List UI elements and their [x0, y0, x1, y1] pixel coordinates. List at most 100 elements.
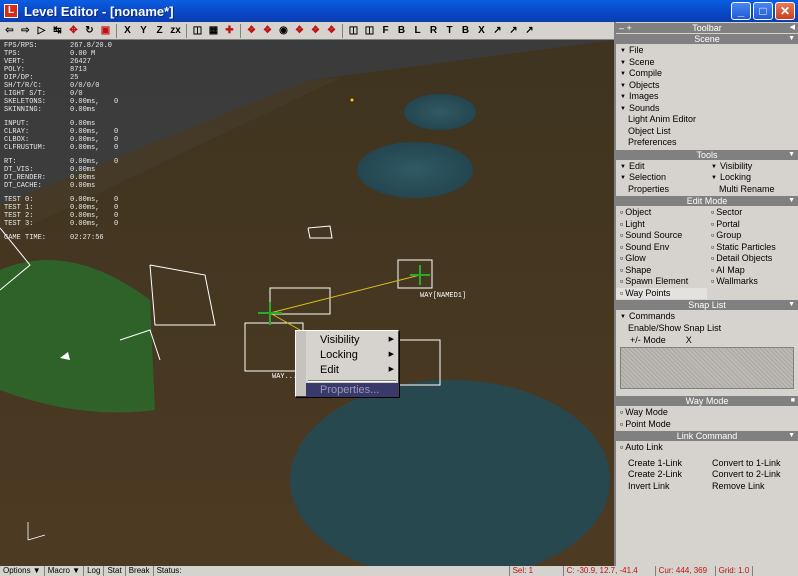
- stat-button[interactable]: Stat: [104, 566, 126, 576]
- snap-vertex-icon[interactable]: ❖: [308, 23, 323, 39]
- plus-icon[interactable]: ✚: [222, 23, 237, 39]
- chevron-down-icon[interactable]: ▼: [788, 34, 795, 44]
- grid-icon[interactable]: ▦: [206, 23, 221, 39]
- way-mode-option[interactable]: Way Mode: [616, 407, 798, 419]
- mode-group[interactable]: Group: [707, 230, 798, 242]
- panel-header-way-mode[interactable]: Way Mode ■: [616, 396, 798, 406]
- menu-item-properties[interactable]: Properties...: [306, 383, 398, 397]
- mode-shape[interactable]: Shape: [616, 265, 707, 277]
- camera-icon[interactable]: ↗: [490, 23, 505, 39]
- axis-z-button[interactable]: Z: [152, 23, 167, 39]
- invert-link-button[interactable]: Invert Link: [628, 481, 712, 493]
- mode-sound-env[interactable]: Sound Env: [616, 242, 707, 254]
- maximize-button[interactable]: □: [753, 2, 773, 20]
- mode-object[interactable]: Object: [616, 207, 707, 219]
- mode-spawn-element[interactable]: Spawn Element: [616, 276, 707, 288]
- preferences-link[interactable]: Preferences: [616, 137, 798, 149]
- chevron-down-icon[interactable]: ▼: [788, 431, 795, 441]
- menu-item-locking[interactable]: Locking ▶: [306, 348, 398, 362]
- panel-header-scene[interactable]: Scene ▼: [616, 34, 798, 44]
- rotate-icon[interactable]: ↻: [82, 23, 97, 39]
- close-icon[interactable]: ■: [791, 396, 795, 406]
- remove-link-button[interactable]: Remove Link: [712, 481, 796, 493]
- mode-light[interactable]: Light: [616, 219, 707, 231]
- mode-ai-map[interactable]: AI Map: [707, 265, 798, 277]
- log-button[interactable]: Log: [84, 566, 105, 576]
- snap-normal-icon[interactable]: ❖: [324, 23, 339, 39]
- scale-icon[interactable]: ▣: [98, 23, 113, 39]
- scene-menu-objects[interactable]: Objects: [616, 80, 798, 92]
- snap-commands[interactable]: Commands: [616, 311, 798, 323]
- snap-mode-button[interactable]: +/- Mode: [630, 335, 666, 345]
- magnet-2-icon[interactable]: ❖: [260, 23, 275, 39]
- tools-visibility[interactable]: Visibility: [707, 161, 798, 173]
- chevron-left-icon[interactable]: ◀: [790, 23, 795, 33]
- enable-show-snap-list[interactable]: Enable/Show Snap List: [616, 323, 798, 335]
- camera-fly-icon[interactable]: ↗: [506, 23, 521, 39]
- minimize-button[interactable]: _: [731, 2, 751, 20]
- tools-properties[interactable]: Properties: [616, 184, 707, 196]
- scene-menu-file[interactable]: File: [616, 45, 798, 57]
- view-bottom-button[interactable]: B: [458, 23, 473, 39]
- convert-2-link-button[interactable]: Convert to 2-Link: [712, 469, 796, 481]
- view-reset-button[interactable]: X: [474, 23, 489, 39]
- zoom-sel-icon[interactable]: ◫: [362, 23, 377, 39]
- pivot-icon[interactable]: ◉: [276, 23, 291, 39]
- options-button[interactable]: Options ▼: [0, 566, 45, 576]
- mode-detail-objects[interactable]: Detail Objects: [707, 253, 798, 265]
- snap-icon[interactable]: ◫: [190, 23, 205, 39]
- mode-way-points[interactable]: Way Points: [616, 287, 707, 299]
- view-left-button[interactable]: L: [410, 23, 425, 39]
- axis-y-button[interactable]: Y: [136, 23, 151, 39]
- chevron-down-icon[interactable]: ▼: [788, 300, 795, 310]
- panel-header-tools[interactable]: Tools ▼: [616, 149, 798, 160]
- mode-portal[interactable]: Portal: [707, 219, 798, 231]
- point-mode-option[interactable]: Point Mode: [616, 419, 798, 431]
- snap-objects-icon[interactable]: ❖: [292, 23, 307, 39]
- view-top-button[interactable]: T: [442, 23, 457, 39]
- mode-wallmarks[interactable]: Wallmarks: [707, 276, 798, 288]
- create-2-link-button[interactable]: Create 2-Link: [628, 469, 712, 481]
- menu-item-visibility[interactable]: Visibility ▶: [306, 333, 398, 347]
- view-front-button[interactable]: F: [378, 23, 393, 39]
- move-all-icon[interactable]: ✥: [66, 23, 81, 39]
- magnet-icon[interactable]: ❖: [244, 23, 259, 39]
- arrow-right-icon[interactable]: ⇨: [18, 23, 33, 39]
- axis-zx-button[interactable]: zx: [168, 23, 183, 39]
- convert-1-link-button[interactable]: Convert to 1-Link: [712, 458, 796, 470]
- panel-header-toolbar[interactable]: – + Toolbar ◀: [616, 23, 798, 33]
- tools-selection[interactable]: Selection: [616, 172, 707, 184]
- view-back-button[interactable]: B: [394, 23, 409, 39]
- snap-clear-button[interactable]: X: [686, 335, 692, 345]
- chevron-down-icon[interactable]: ▼: [788, 150, 795, 160]
- axis-x-button[interactable]: X: [120, 23, 135, 39]
- panel-header-edit-mode[interactable]: Edit Mode ▼: [616, 196, 798, 206]
- view-right-button[interactable]: R: [426, 23, 441, 39]
- panel-header-snap-list[interactable]: Snap List ▼: [616, 300, 798, 310]
- mode-sector[interactable]: Sector: [707, 207, 798, 219]
- mode-sound-source[interactable]: Sound Source: [616, 230, 707, 242]
- scene-menu-scene[interactable]: Scene: [616, 57, 798, 69]
- tools-multi-rename[interactable]: Multi Rename: [707, 184, 798, 196]
- arrow-left-icon[interactable]: ⇦: [2, 23, 17, 39]
- mode-glow[interactable]: Glow: [616, 253, 707, 265]
- tools-edit[interactable]: Edit: [616, 161, 707, 173]
- object-list-link[interactable]: Object List: [616, 126, 798, 138]
- menu-item-edit[interactable]: Edit ▶: [306, 363, 398, 377]
- light-anim-editor-link[interactable]: Light Anim Editor: [616, 114, 798, 126]
- create-1-link-button[interactable]: Create 1-Link: [628, 458, 712, 470]
- tools-locking[interactable]: Locking: [707, 172, 798, 184]
- close-button[interactable]: ✕: [775, 2, 795, 20]
- auto-link-option[interactable]: Auto Link: [616, 442, 798, 454]
- panel-header-link-command[interactable]: Link Command ▼: [616, 431, 798, 441]
- scene-menu-compile[interactable]: Compile: [616, 68, 798, 80]
- scene-menu-images[interactable]: Images: [616, 91, 798, 103]
- snap-list-box[interactable]: [620, 347, 794, 389]
- move-icon[interactable]: ↹: [50, 23, 65, 39]
- macro-button[interactable]: Macro ▼: [45, 566, 85, 576]
- mode-static-particles[interactable]: Static Particles: [707, 242, 798, 254]
- zoom-icon[interactable]: ◫: [346, 23, 361, 39]
- camera-arc-icon[interactable]: ↗: [522, 23, 537, 39]
- select-icon[interactable]: ▷: [34, 23, 49, 39]
- 3d-viewport[interactable]: WAY[NAMED1] WAY... FPS/RPS: 267.8/20.0 TPS…: [0, 40, 614, 566]
